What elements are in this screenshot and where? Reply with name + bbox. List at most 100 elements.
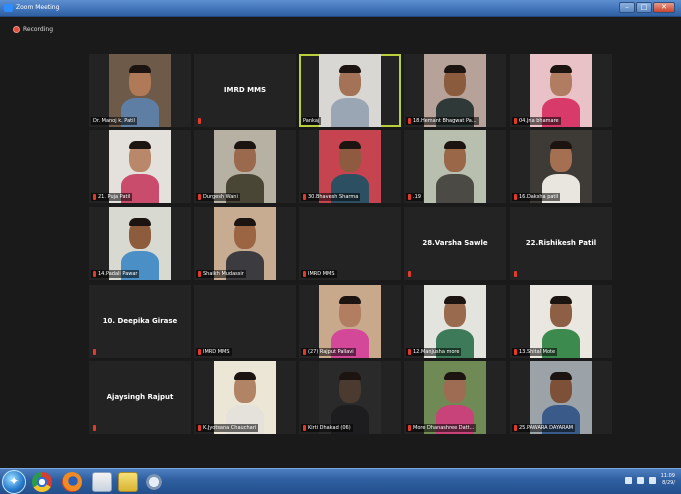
mic-muted-icon bbox=[198, 425, 201, 431]
participant-name-tag: Pankaj bbox=[301, 117, 322, 125]
participant-name: Durgesh Wani bbox=[203, 194, 238, 200]
participant-tile[interactable]: Shaikh Mudassir bbox=[194, 207, 296, 280]
network-icon[interactable] bbox=[624, 476, 632, 484]
flag-icon[interactable] bbox=[648, 476, 656, 484]
clock-time: 11:09 bbox=[660, 473, 675, 479]
mic-muted-icon bbox=[93, 349, 96, 355]
participant-tile[interactable]: Kirti Dhakad (06) bbox=[299, 361, 401, 434]
participant-display-name: IMRD MMS bbox=[223, 86, 267, 95]
participant-name: 16.Daksha patil bbox=[519, 194, 559, 200]
mic-muted-icon bbox=[408, 118, 411, 124]
participant-name-tag: 12.Manjusha more bbox=[406, 348, 462, 356]
participant-tile[interactable]: Ajaysingh Rajput bbox=[89, 361, 191, 434]
participant-tile[interactable]: 10. Deepika Girase bbox=[89, 285, 191, 358]
participant-video bbox=[424, 130, 486, 203]
participant-name: 30.Bhavesh Sharma bbox=[308, 194, 359, 200]
participant-name: K.Jyotsana Chauchari bbox=[203, 425, 257, 431]
participant-name: Dr. Manoj k. Patil bbox=[93, 118, 135, 124]
participant-name: 14.Padali Pawar bbox=[98, 271, 138, 277]
mic-muted-icon bbox=[93, 425, 96, 431]
participant-tile[interactable]: 04.Jna bhamare bbox=[510, 54, 612, 127]
mic-muted-icon bbox=[93, 194, 96, 200]
participant-name-tag: Durgesh Wani bbox=[196, 193, 240, 201]
windows-start-button[interactable] bbox=[2, 470, 26, 494]
mic-muted-icon bbox=[198, 194, 201, 200]
participant-tile[interactable]: More Dhanashree Datt... bbox=[404, 361, 506, 434]
participant-display-name: 10. Deepika Girase bbox=[102, 317, 178, 326]
participant-video bbox=[319, 54, 381, 127]
participant-name-tag: 21. Puja Patil bbox=[91, 193, 133, 201]
participant-tile[interactable]: 16.Daksha patil bbox=[510, 130, 612, 203]
mic-muted-icon bbox=[408, 194, 411, 200]
participant-name: 12.Manjusha more bbox=[413, 349, 460, 355]
mic-muted-icon bbox=[514, 271, 517, 277]
participant-name-tag: Shaikh Mudassir bbox=[196, 270, 246, 278]
system-tray: 11:09 8/29/ bbox=[624, 473, 675, 487]
mic-muted-icon bbox=[408, 349, 411, 355]
window-controls: – □ ✕ bbox=[619, 2, 675, 13]
participant-tile[interactable]: 18.Hemant Bhagwat Pa... bbox=[404, 54, 506, 127]
title-bar: Zoom Meeting – □ ✕ bbox=[0, 0, 681, 17]
chrome-icon[interactable] bbox=[32, 472, 52, 492]
participant-name-tag: Dr. Manoj k. Patil bbox=[91, 117, 137, 125]
mic-muted-icon bbox=[514, 194, 517, 200]
mic-muted-icon bbox=[198, 271, 201, 277]
participant-name: IMRD MMS bbox=[308, 271, 335, 277]
window-title: Zoom Meeting bbox=[16, 4, 60, 11]
participant-display-name: 28.Varsha Sawle bbox=[422, 239, 488, 248]
participant-tile[interactable]: Durgesh Wani bbox=[194, 130, 296, 203]
taskbar-clock[interactable]: 11:09 8/29/ bbox=[661, 473, 675, 487]
participant-tile[interactable]: IMRD MMS bbox=[194, 54, 296, 127]
recording-icon bbox=[13, 25, 20, 33]
participant-tile[interactable]: 14.Padali Pawar bbox=[89, 207, 191, 280]
participant-tile[interactable]: (27) Rajput Pallavi bbox=[299, 285, 401, 358]
participant-name-tag: 18.Hemant Bhagwat Pa... bbox=[406, 117, 479, 125]
participant-name-tag: (27) Rajput Pallavi bbox=[301, 348, 356, 356]
mic-muted-icon bbox=[408, 425, 411, 431]
document-icon[interactable] bbox=[92, 472, 112, 492]
mic-muted-icon bbox=[93, 271, 96, 277]
folder-icon[interactable] bbox=[118, 472, 138, 492]
participant-name: 18.Hemant Bhagwat Pa... bbox=[413, 118, 477, 124]
mic-muted-icon bbox=[514, 349, 517, 355]
mic-muted-icon bbox=[198, 349, 201, 355]
participant-tile[interactable]: 21. Puja Patil bbox=[89, 130, 191, 203]
minimize-button[interactable]: – bbox=[619, 2, 635, 13]
participant-name: 13.Shital Mote bbox=[519, 349, 556, 355]
app-icon[interactable] bbox=[144, 472, 164, 492]
participant-tile[interactable]: Dr. Manoj k. Patil bbox=[89, 54, 191, 127]
participant-name-tag: .19 bbox=[406, 193, 423, 201]
participant-name-tag: 25.PAWARA DAYARAM bbox=[512, 424, 576, 432]
participant-name: Kirti Dhakad (06) bbox=[308, 425, 351, 431]
zoom-app-icon bbox=[4, 4, 13, 12]
participant-tile[interactable]: 22.Rishikesh Patil bbox=[510, 207, 612, 280]
participant-tile[interactable]: IMRD MMS bbox=[299, 207, 401, 280]
participant-tile[interactable]: 25.PAWARA DAYARAM bbox=[510, 361, 612, 434]
participant-tile[interactable]: Pankaj bbox=[299, 54, 401, 127]
mic-muted-icon bbox=[303, 349, 306, 355]
mic-muted-icon bbox=[303, 194, 306, 200]
zoom-meeting-window: Zoom Meeting – □ ✕ Recording Dr. Manoj k… bbox=[0, 0, 681, 494]
recording-indicator[interactable]: Recording bbox=[13, 24, 53, 34]
mic-muted-icon bbox=[514, 425, 517, 431]
volume-icon[interactable] bbox=[636, 476, 644, 484]
participant-tile[interactable]: 13.Shital Mote bbox=[510, 285, 612, 358]
participant-name: .19 bbox=[413, 194, 421, 200]
participant-name-tag: 13.Shital Mote bbox=[512, 348, 558, 356]
participant-name: More Dhanashree Datt... bbox=[413, 425, 475, 431]
participant-tile[interactable]: 12.Manjusha more bbox=[404, 285, 506, 358]
participant-tile[interactable]: IMRD MMS bbox=[194, 285, 296, 358]
maximize-button[interactable]: □ bbox=[636, 2, 652, 13]
participant-name-tag: Kirti Dhakad (06) bbox=[301, 424, 353, 432]
participant-name: (27) Rajput Pallavi bbox=[308, 349, 354, 355]
participant-tile[interactable]: 28.Varsha Sawle bbox=[404, 207, 506, 280]
windows-taskbar: 11:09 8/29/ bbox=[0, 468, 681, 494]
recording-label: Recording bbox=[23, 25, 54, 33]
mic-muted-icon bbox=[514, 118, 517, 124]
participant-tile[interactable]: 30.Bhavesh Sharma bbox=[299, 130, 401, 203]
participant-tile[interactable]: .19 bbox=[404, 130, 506, 203]
firefox-icon[interactable] bbox=[62, 472, 82, 492]
participant-tile[interactable]: K.Jyotsana Chauchari bbox=[194, 361, 296, 434]
close-button[interactable]: ✕ bbox=[653, 2, 675, 13]
participant-name-tag: 14.Padali Pawar bbox=[91, 270, 140, 278]
